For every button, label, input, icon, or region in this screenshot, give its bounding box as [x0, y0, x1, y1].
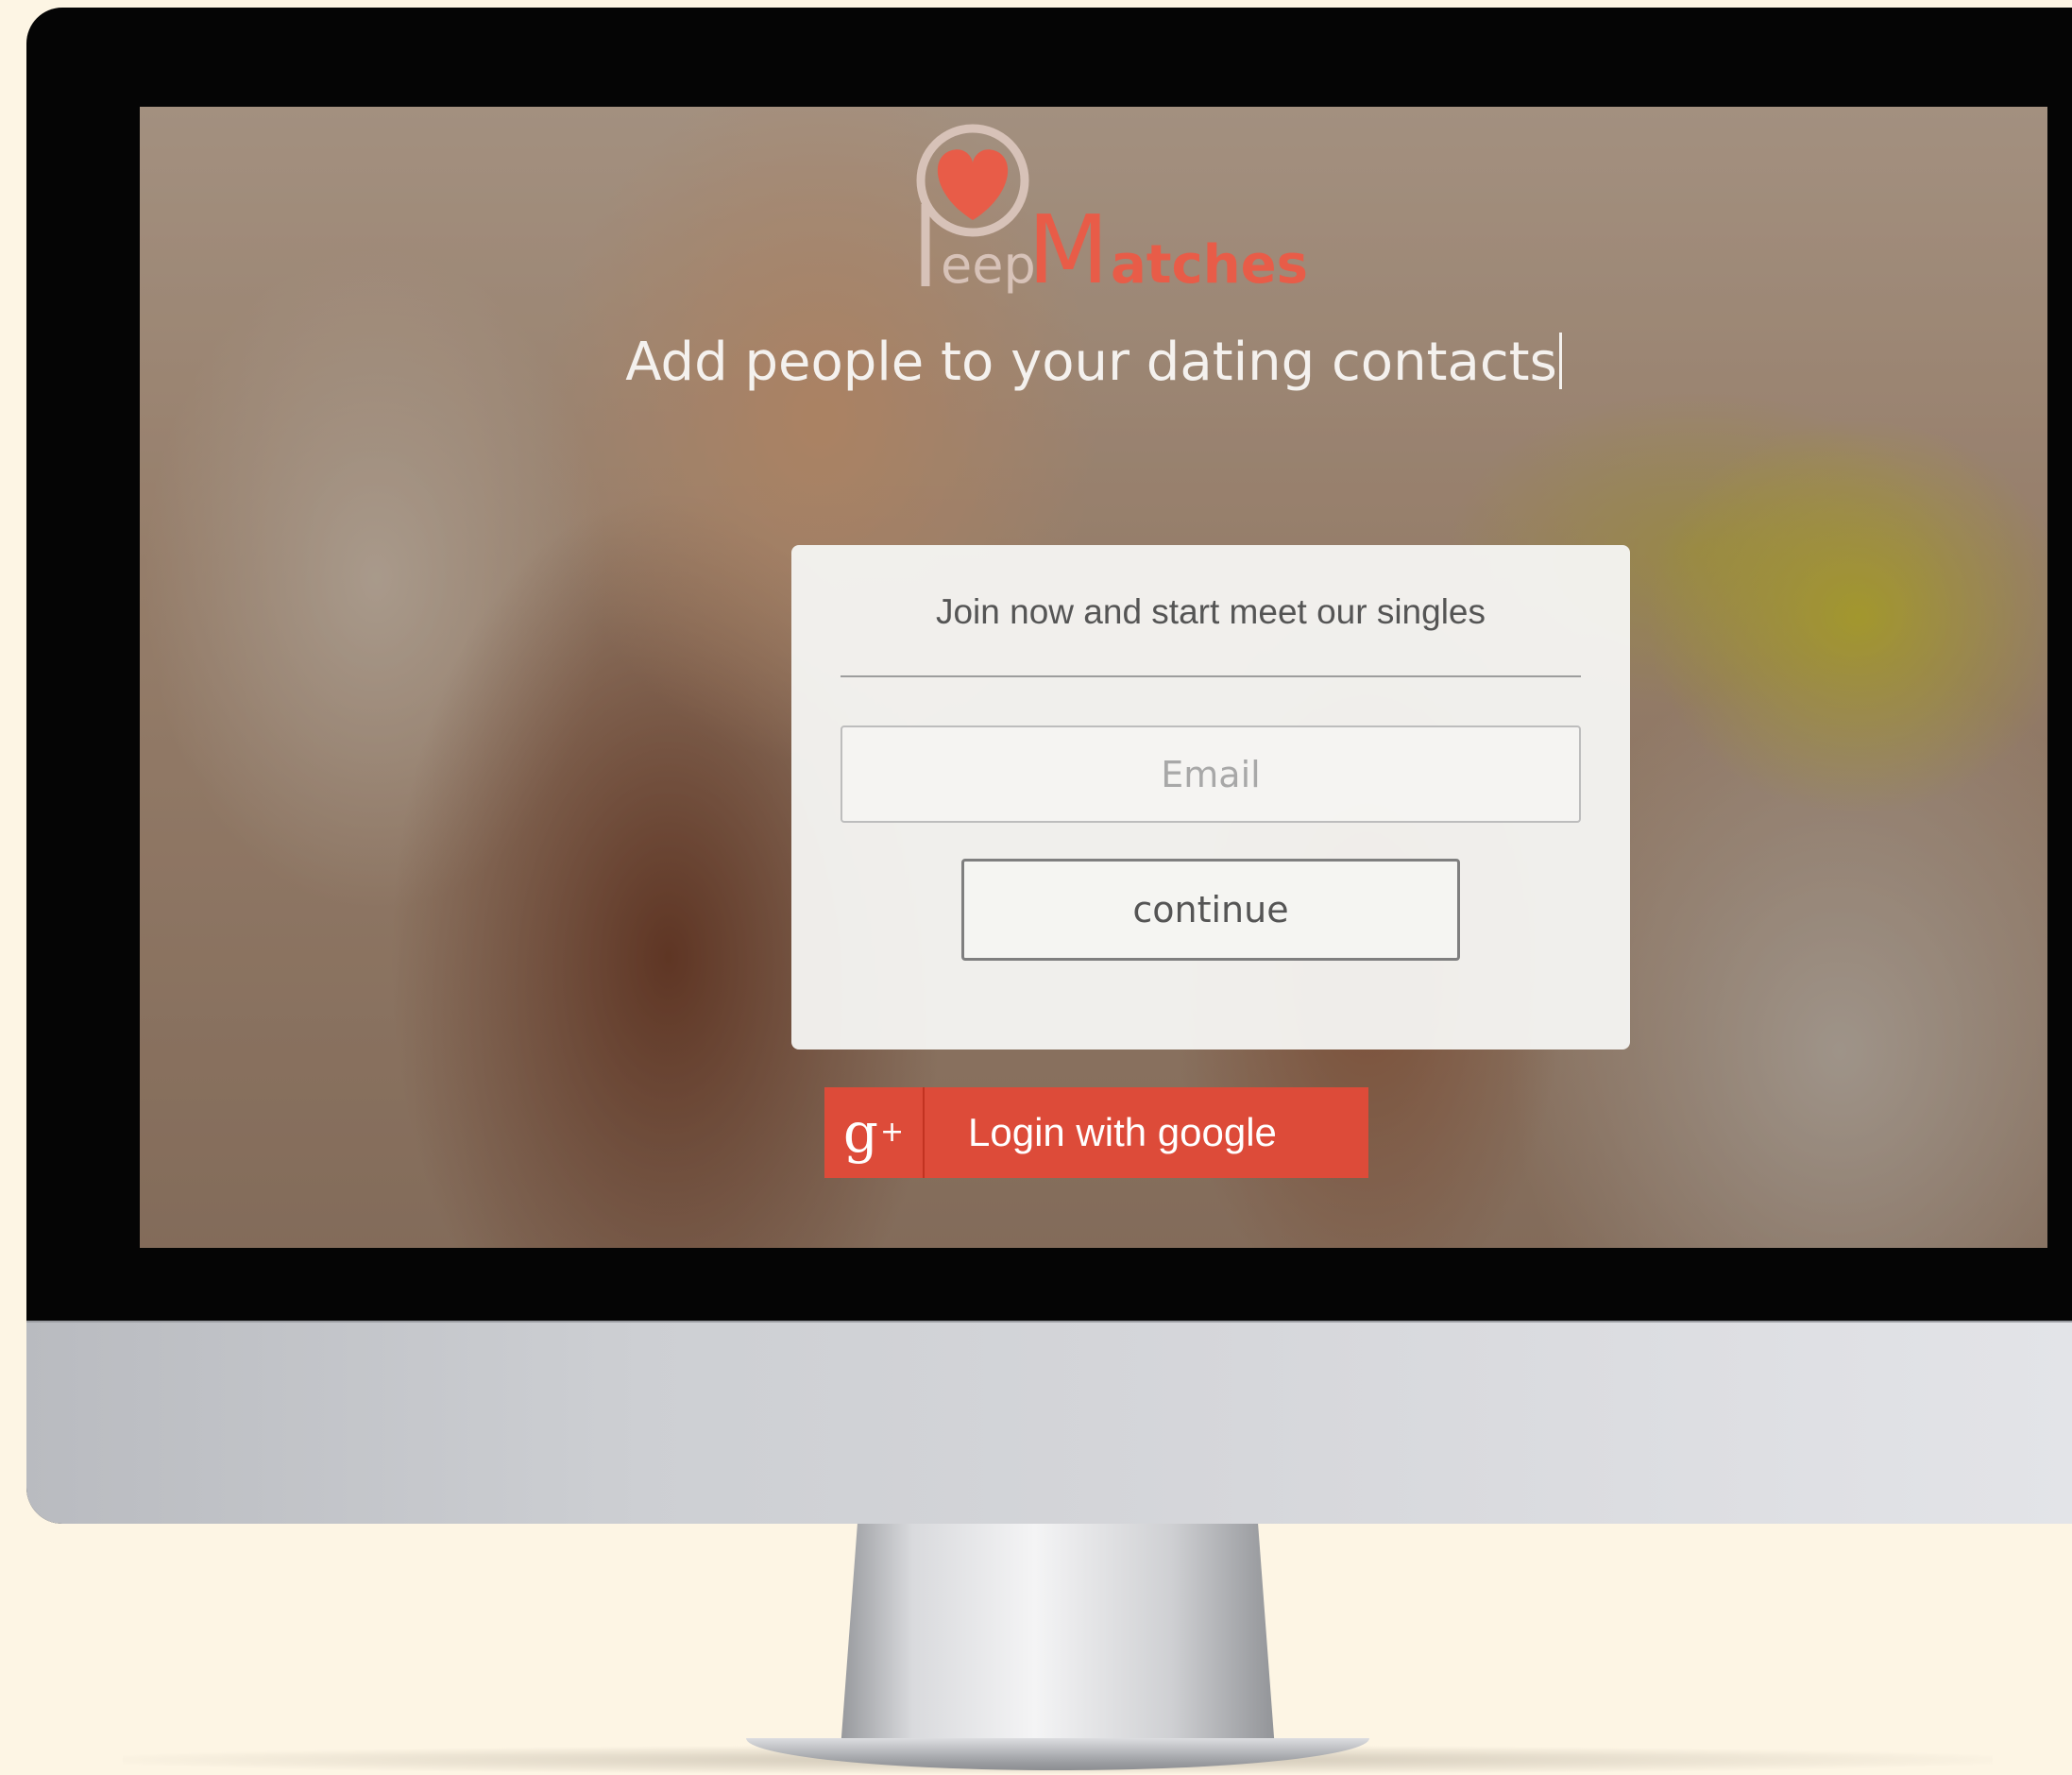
hero-headline: Add people to your dating contacts: [140, 332, 2047, 393]
signup-card-title: Join now and start meet our singles: [935, 592, 1486, 631]
hero-headline-text: Add people to your dating contacts: [625, 332, 1557, 393]
google-login-label: Login with google: [968, 1110, 1277, 1154]
mockup-scene: eep M atches Add people to your dating c…: [0, 0, 2072, 1775]
monitor-stand: [841, 1523, 1275, 1749]
text-caret: [1558, 333, 1562, 389]
continue-button[interactable]: continue: [961, 859, 1460, 961]
card-divider: [841, 675, 1581, 677]
login-with-google-button[interactable]: g + Login with google: [824, 1087, 1368, 1178]
email-field[interactable]: [841, 725, 1581, 823]
peep-matches-logo[interactable]: eep M atches: [886, 124, 1415, 303]
screen: eep M atches Add people to your dating c…: [140, 107, 2047, 1248]
logo-text-eep: eep: [941, 235, 1036, 295]
google-plus-icon: g +: [824, 1087, 925, 1178]
svg-text:M: M: [1028, 195, 1109, 303]
signup-card: Join now and start meet our singles cont…: [791, 545, 1630, 1050]
monitor-chin: [26, 1321, 2072, 1524]
monitor: eep M atches Add people to your dating c…: [26, 8, 2072, 1524]
svg-text:atches: atches: [1111, 234, 1308, 296]
